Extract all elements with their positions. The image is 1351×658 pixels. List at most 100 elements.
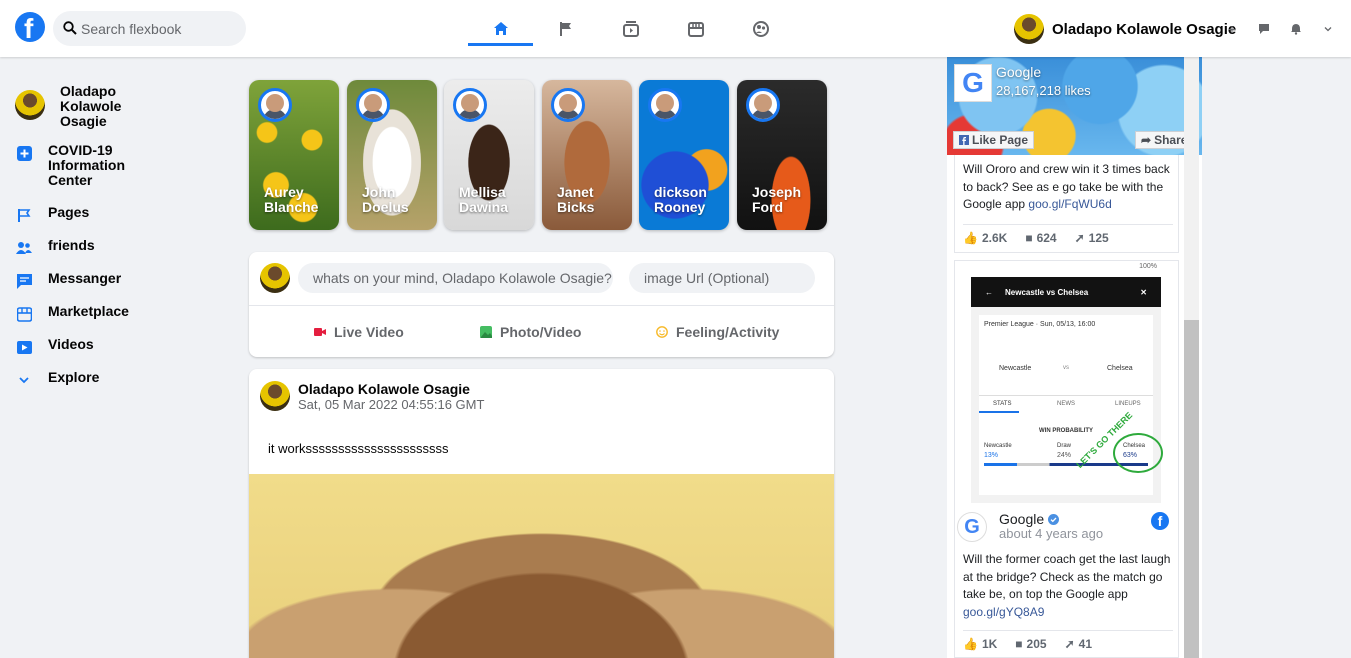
search-input[interactable] xyxy=(81,11,241,46)
facebook-logo[interactable]: f xyxy=(15,12,45,44)
shares-stat[interactable]: ➚ 125 xyxy=(1075,231,1109,245)
post-image[interactable] xyxy=(249,474,834,658)
story-avatar xyxy=(551,88,585,122)
tab-news: NEWS xyxy=(1057,401,1075,407)
sidebar-item-label: Messanger xyxy=(48,270,122,286)
story-name: Joseph Ford xyxy=(752,184,802,215)
match-league: Premier League · Sun, 05/13, 16:00 xyxy=(984,321,1096,328)
sidebar-item-messenger[interactable]: Messanger xyxy=(15,271,138,290)
tab-indicator xyxy=(979,411,1019,413)
sidebar-item-videos[interactable]: Videos xyxy=(15,337,138,356)
google-avatar[interactable]: G xyxy=(957,512,987,542)
scribble-circle xyxy=(1113,433,1163,473)
search-box[interactable] xyxy=(53,11,246,46)
avatar[interactable] xyxy=(260,381,290,411)
comment-icon: ■ xyxy=(1015,637,1023,651)
story-card[interactable]: John Doelus xyxy=(347,80,437,230)
sidebar-item-marketplace[interactable]: Marketplace xyxy=(15,304,138,323)
story-card[interactable]: Mellisa Dawina xyxy=(444,80,534,230)
story-card[interactable]: Janet Bicks xyxy=(542,80,632,230)
likes-stat[interactable]: 👍 2.6K xyxy=(963,231,1007,245)
photo-video-button[interactable]: Photo/Video xyxy=(480,324,581,340)
flag-icon xyxy=(559,21,571,36)
flag-icon xyxy=(17,208,30,222)
tab-lineups: LINEUPS xyxy=(1115,401,1141,407)
top-navbar: f Oladapo Kolawole Osagie + xyxy=(0,0,1351,57)
story-avatar xyxy=(453,88,487,122)
image-url-input[interactable] xyxy=(629,263,815,293)
ad-post-stats: 👍 2.6K ■ 624 ➚ 125 xyxy=(963,231,1109,245)
comments-stat[interactable]: ■ 205 xyxy=(1015,637,1046,651)
ad-post-stats: 👍 1K ■ 205 ➚ 41 xyxy=(963,637,1092,651)
story-card[interactable]: Aurey Blanche xyxy=(249,80,339,230)
share-arrow-icon: ➚ xyxy=(1074,231,1085,245)
ad-post-link[interactable]: goo.gl/gYQ8A9 xyxy=(963,605,1044,619)
search-icon xyxy=(63,21,77,35)
ad-post-author[interactable]: Google xyxy=(999,511,1060,527)
nav-marketplace[interactable] xyxy=(663,0,728,57)
sidebar-profile[interactable]: Oladapo Kolawole Osagie xyxy=(15,84,140,129)
main-nav xyxy=(468,0,793,57)
comments-stat[interactable]: ■ 624 xyxy=(1025,231,1056,245)
story-avatar xyxy=(648,88,682,122)
share-arrow-icon: ➚ xyxy=(1064,637,1075,651)
post-date: Sat, 05 Mar 2022 04:55:16 GMT xyxy=(298,397,485,412)
post-text-input[interactable] xyxy=(298,263,613,293)
create-button[interactable]: + xyxy=(1216,19,1248,39)
profile-name: Oladapo Kolawole Osagie xyxy=(1052,20,1237,38)
right-sidebar-ads: G Google 28,167,218 likes Like Page ➦ Sh… xyxy=(947,57,1202,658)
story-card[interactable]: Joseph Ford xyxy=(737,80,827,230)
story-name: Janet Bicks xyxy=(557,184,595,215)
prob-team-2: Draw xyxy=(1057,443,1072,449)
nav-pages[interactable] xyxy=(533,0,598,57)
marketplace-icon xyxy=(687,21,704,37)
facebook-icon: f xyxy=(1151,512,1169,530)
story-card[interactable]: dickson Rooney xyxy=(639,80,729,230)
ad-page-likes: 28,167,218 likes xyxy=(996,83,1091,98)
story-avatar xyxy=(746,88,780,122)
ad-phone-image[interactable]: 100% ← Newcastle vs Chelsea ✕ Premier Le… xyxy=(971,263,1163,503)
sidebar-item-covid[interactable]: COVID-19 Information Center xyxy=(15,143,138,188)
facebook-icon xyxy=(959,135,969,145)
sidebar-item-friends[interactable]: friends xyxy=(15,238,138,257)
away-team: Chelsea xyxy=(1107,365,1133,372)
nav-home[interactable] xyxy=(468,0,533,57)
like-page-button[interactable]: Like Page xyxy=(953,131,1035,149)
scrollbar-thumb[interactable] xyxy=(1184,320,1199,658)
comment-icon: ■ xyxy=(1025,231,1033,245)
video-icon xyxy=(16,340,32,354)
live-video-button[interactable]: Live Video xyxy=(314,324,404,340)
share-icon: ➦ xyxy=(1141,133,1152,147)
post-author[interactable]: Oladapo Kolawole Osagie xyxy=(298,381,470,397)
match-panel: Premier League · Sun, 05/13, 16:00 Newca… xyxy=(979,315,1163,495)
plus-icon: + xyxy=(1227,21,1237,37)
phone-top-bar: ← Newcastle vs Chelsea ✕ xyxy=(971,277,1161,307)
live-video-label: Live Video xyxy=(334,324,404,340)
shares-stat[interactable]: ➚ 41 xyxy=(1065,637,1092,651)
messenger-icon xyxy=(1259,24,1269,34)
back-arrow-icon: ← xyxy=(985,287,993,297)
likes-stat[interactable]: 👍 1K xyxy=(963,637,997,651)
sidebar-item-label: COVID-19 Information Center xyxy=(48,142,125,188)
nav-watch[interactable] xyxy=(598,0,663,57)
google-logo: G xyxy=(954,64,992,102)
notifications-button[interactable] xyxy=(1280,19,1312,39)
ad-page-name[interactable]: Google xyxy=(996,64,1041,80)
ad-page-banner[interactable]: G Google 28,167,218 likes Like Page ➦ Sh… xyxy=(947,57,1202,155)
ad-post-link[interactable]: goo.gl/FqWU6d xyxy=(1028,197,1111,211)
nav-groups[interactable] xyxy=(728,0,793,57)
ad-post-text: Will Ororo and crew win it 3 times back … xyxy=(963,162,1170,211)
sidebar-item-explore[interactable]: Explore xyxy=(15,370,138,389)
chevron-down-icon xyxy=(1324,27,1332,32)
live-video-icon xyxy=(314,328,326,336)
profile-chip[interactable]: Oladapo Kolawole Osagie xyxy=(1014,14,1236,44)
account-menu-button[interactable] xyxy=(1312,19,1344,39)
messenger-button[interactable] xyxy=(1248,19,1280,39)
divider xyxy=(979,395,1153,396)
prob-pct-1: 13% xyxy=(984,452,999,459)
sidebar-item-pages[interactable]: Pages xyxy=(15,205,138,224)
verified-badge-icon xyxy=(1048,513,1060,525)
photo-icon xyxy=(480,326,492,338)
sidebar-item-label: Explore xyxy=(48,369,100,385)
feeling-activity-button[interactable]: Feeling/Activity xyxy=(656,324,779,340)
